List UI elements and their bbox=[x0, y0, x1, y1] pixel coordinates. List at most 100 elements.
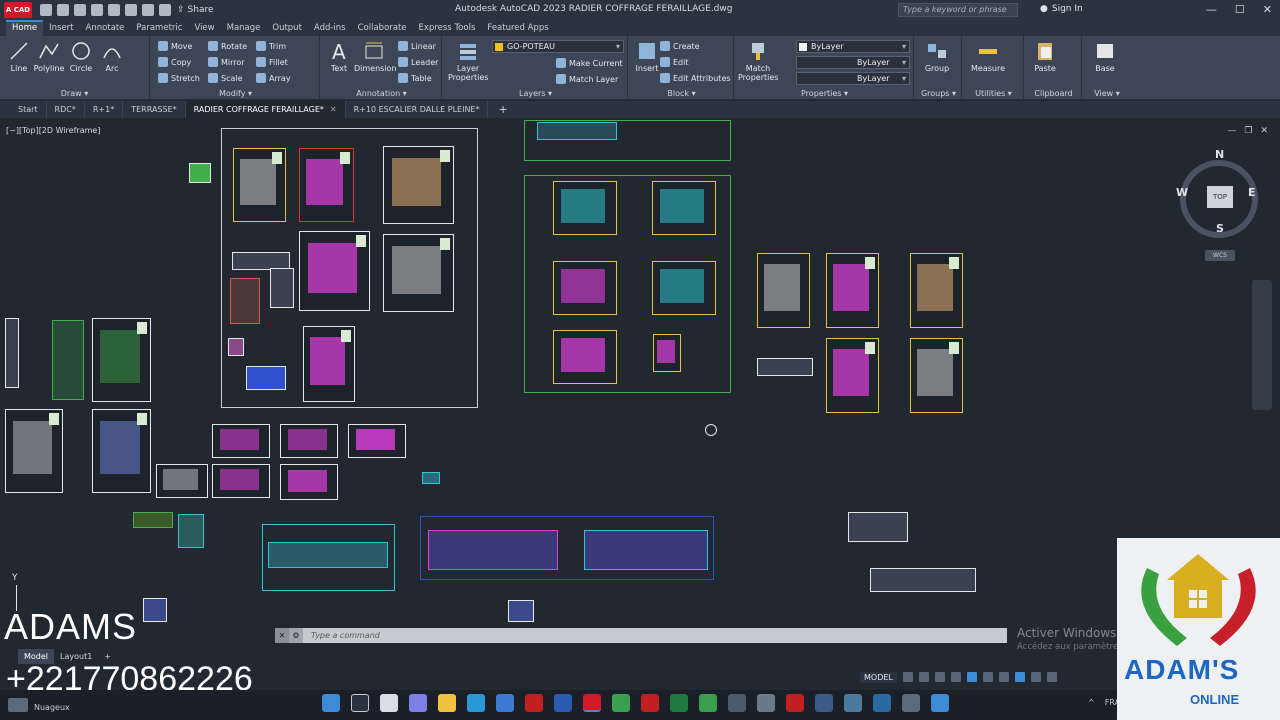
app-icon[interactable] bbox=[525, 694, 543, 712]
viewport-minimize-icon[interactable]: — bbox=[1227, 126, 1236, 136]
insert-tool[interactable]: Insert bbox=[630, 40, 664, 73]
scale-tool[interactable]: Scale bbox=[208, 71, 243, 85]
new-file-icon[interactable] bbox=[40, 4, 52, 16]
model-space-toggle[interactable]: MODEL bbox=[860, 671, 897, 683]
tab-insert[interactable]: Insert bbox=[43, 20, 79, 36]
transparency-icon[interactable] bbox=[998, 672, 1009, 682]
lineweight-icon[interactable] bbox=[982, 672, 993, 682]
utilities-panel-title[interactable]: Utilities ▾ bbox=[964, 89, 1023, 98]
copy-tool[interactable]: Copy bbox=[158, 55, 191, 69]
chrome-icon[interactable] bbox=[699, 694, 717, 712]
linetype-dropdown[interactable]: ByLayer bbox=[796, 56, 910, 69]
polar-icon[interactable] bbox=[950, 672, 961, 682]
compass-east[interactable]: E bbox=[1248, 186, 1256, 199]
new-tab-button[interactable]: + bbox=[488, 103, 517, 116]
file-tab-terrasse[interactable]: TERRASSE* bbox=[123, 101, 186, 118]
tab-collaborate[interactable]: Collaborate bbox=[352, 20, 413, 36]
fillet-tool[interactable]: Fillet bbox=[256, 55, 288, 69]
weather-icon[interactable] bbox=[8, 698, 28, 712]
redo-icon[interactable] bbox=[159, 4, 171, 16]
rotate-tool[interactable]: Rotate bbox=[208, 39, 247, 53]
create-block-tool[interactable]: Create bbox=[660, 39, 700, 53]
edge-browser-icon[interactable] bbox=[467, 694, 485, 712]
file-tab-rdc[interactable]: RDC* bbox=[47, 101, 85, 118]
compass-south[interactable]: S bbox=[1216, 222, 1224, 235]
osnap-icon[interactable] bbox=[966, 672, 977, 682]
autocad-taskbar-icon[interactable] bbox=[583, 694, 601, 712]
viewport-close-icon[interactable]: ✕ bbox=[1260, 126, 1268, 136]
grid-icon[interactable] bbox=[902, 672, 913, 682]
drawing-viewport[interactable]: [−][Top][2D Wireframe] — ❐ ✕ Y bbox=[0, 118, 1280, 648]
file-explorer-icon[interactable] bbox=[438, 694, 456, 712]
task-view-icon[interactable] bbox=[380, 694, 398, 712]
windows-start-icon[interactable] bbox=[322, 694, 340, 712]
navigation-bar[interactable] bbox=[1252, 280, 1272, 410]
annotation-panel-title[interactable]: Annotation ▾ bbox=[322, 89, 441, 98]
polyline-tool[interactable]: Polyline bbox=[32, 40, 66, 73]
tab-view[interactable]: View bbox=[188, 20, 220, 36]
chat-icon[interactable] bbox=[409, 694, 427, 712]
word-icon[interactable] bbox=[554, 694, 572, 712]
dimension-tool[interactable]: Dimension bbox=[354, 40, 397, 73]
paste-tool[interactable]: Paste bbox=[1028, 40, 1062, 73]
robot-icon[interactable] bbox=[786, 694, 804, 712]
array-tool[interactable]: Array bbox=[256, 71, 291, 85]
viewcube[interactable]: TOP N S E W bbox=[1176, 148, 1260, 238]
arc-tool[interactable]: Arc bbox=[95, 40, 129, 73]
workspace-gear-icon[interactable] bbox=[1046, 672, 1057, 682]
circle-tool[interactable]: Circle bbox=[64, 40, 98, 73]
close-button[interactable]: ✕ bbox=[1263, 3, 1272, 16]
customize-command-icon[interactable]: ⚙ bbox=[289, 628, 303, 643]
store-icon[interactable] bbox=[496, 694, 514, 712]
share-button[interactable]: ⇪ Share bbox=[177, 5, 214, 15]
undo-icon[interactable] bbox=[142, 4, 154, 16]
command-line[interactable]: ✕ ⚙ Type a command bbox=[275, 628, 1007, 643]
edit-block-tool[interactable]: Edit bbox=[660, 55, 689, 69]
layers-panel-title[interactable]: Layers ▾ bbox=[444, 89, 627, 98]
move-tool[interactable]: Move bbox=[158, 39, 192, 53]
mirror-tool[interactable]: Mirror bbox=[208, 55, 245, 69]
tab-express-tools[interactable]: Express Tools bbox=[413, 20, 482, 36]
tab-parametric[interactable]: Parametric bbox=[130, 20, 188, 36]
view-panel-title[interactable]: View ▾ bbox=[1084, 89, 1130, 98]
trim-tool[interactable]: Trim bbox=[256, 39, 286, 53]
file-tab-r10-escalier[interactable]: R+10 ESCALIER DALLE PLEINE* bbox=[346, 101, 489, 118]
properties-panel-title[interactable]: Properties ▾ bbox=[736, 89, 913, 98]
wcs-menu[interactable]: WCS bbox=[1205, 250, 1235, 261]
measure-tool[interactable]: Measure bbox=[968, 40, 1008, 73]
settings-icon[interactable] bbox=[757, 694, 775, 712]
modify-panel-title[interactable]: Modify ▾ bbox=[152, 89, 319, 98]
make-current-tool[interactable]: Make Current bbox=[556, 56, 623, 70]
tab-add-ins[interactable]: Add-ins bbox=[308, 20, 352, 36]
block-panel-title[interactable]: Block ▾ bbox=[630, 89, 733, 98]
save-icon[interactable] bbox=[74, 4, 86, 16]
tab-annotate[interactable]: Annotate bbox=[80, 20, 131, 36]
minimize-button[interactable]: — bbox=[1206, 3, 1217, 16]
match-properties-tool[interactable]: Match Properties bbox=[738, 40, 778, 82]
color-dropdown[interactable]: ByLayer bbox=[796, 40, 910, 53]
open-file-icon[interactable] bbox=[57, 4, 69, 16]
line-tool[interactable]: Line bbox=[2, 40, 36, 73]
app-icon[interactable] bbox=[931, 694, 949, 712]
app-icon[interactable] bbox=[815, 694, 833, 712]
app-icon[interactable] bbox=[873, 694, 891, 712]
leader-tool[interactable]: Leader bbox=[398, 55, 438, 69]
file-tab-radier[interactable]: RADIER COFFRAGE FERAILLAGE* ✕ bbox=[185, 101, 346, 118]
groups-panel-title[interactable]: Groups ▾ bbox=[916, 89, 961, 98]
app-icon[interactable] bbox=[844, 694, 862, 712]
search-icon[interactable] bbox=[351, 694, 369, 712]
snap-icon[interactable] bbox=[918, 672, 929, 682]
sign-in-button[interactable]: ● Sign In bbox=[1040, 4, 1083, 14]
base-tool[interactable]: Base bbox=[1088, 40, 1122, 73]
layer-properties-tool[interactable]: Layer Properties bbox=[448, 40, 488, 82]
tab-featured-apps[interactable]: Featured Apps bbox=[481, 20, 554, 36]
ortho-icon[interactable] bbox=[934, 672, 945, 682]
plot-icon[interactable] bbox=[125, 4, 137, 16]
close-tab-icon[interactable]: ✕ bbox=[330, 105, 337, 114]
text-tool[interactable]: A Text bbox=[322, 40, 356, 73]
close-command-icon[interactable]: ✕ bbox=[275, 628, 289, 643]
group-tool[interactable]: Group bbox=[920, 40, 954, 73]
save-as-icon[interactable] bbox=[91, 4, 103, 16]
excel-icon[interactable] bbox=[670, 694, 688, 712]
tab-manage[interactable]: Manage bbox=[221, 20, 267, 36]
